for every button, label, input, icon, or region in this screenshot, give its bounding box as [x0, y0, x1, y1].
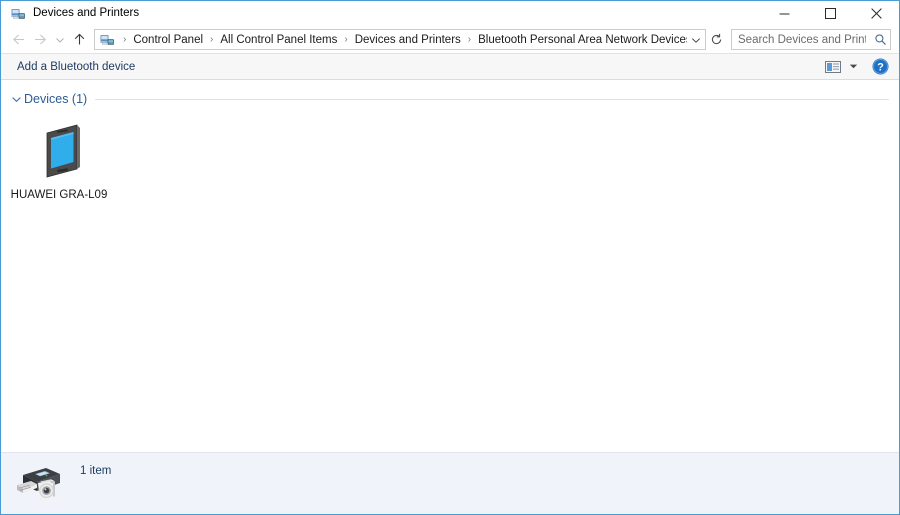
- refresh-button[interactable]: [706, 29, 726, 50]
- back-button[interactable]: [7, 29, 29, 51]
- title-bar-left: Devices and Printers: [1, 6, 139, 22]
- breadcrumb-separator: ›: [344, 33, 348, 45]
- group-divider: [95, 99, 889, 100]
- breadcrumb-item-devices-and-printers[interactable]: Devices and Printers: [353, 34, 463, 46]
- device-item-huawei-gra-l09[interactable]: HUAWEI GRA-L09: [9, 115, 109, 206]
- status-bar: 1 item: [1, 452, 899, 514]
- device-list: HUAWEI GRA-L09: [1, 109, 899, 206]
- address-bar: › Control Panel › All Control Panel Item…: [1, 26, 899, 53]
- smartphone-icon: [27, 119, 91, 183]
- devices-group-title: Devices (1): [24, 92, 88, 106]
- breadcrumb-item-bluetooth-personal-area-network-devices[interactable]: Bluetooth Personal Area Network Devices: [476, 34, 687, 46]
- title-bar: Devices and Printers: [1, 1, 899, 26]
- printer-camera-icon: [15, 463, 63, 505]
- breadcrumb-item-control-panel[interactable]: Control Panel: [131, 34, 205, 46]
- search-input[interactable]: [732, 33, 870, 46]
- help-icon[interactable]: ?: [867, 56, 893, 78]
- status-item-count: 1 item: [80, 465, 112, 477]
- breadcrumb: › Control Panel › All Control Panel Item…: [118, 34, 687, 46]
- window-title: Devices and Printers: [33, 6, 140, 19]
- chevron-down-icon[interactable]: [687, 35, 705, 45]
- devices-and-printers-window: Devices and Printers › Control Panel › A…: [0, 0, 900, 515]
- maximize-button[interactable]: [807, 1, 853, 26]
- device-label: HUAWEI GRA-L09: [10, 189, 108, 201]
- window-controls: [761, 1, 899, 26]
- breadcrumb-separator: ›: [123, 33, 127, 45]
- change-view-icon[interactable]: [822, 56, 844, 78]
- minimize-button[interactable]: [761, 1, 807, 26]
- svg-text:?: ?: [877, 61, 884, 73]
- devices-and-printers-icon: [10, 6, 26, 22]
- devices-group-header[interactable]: Devices (1): [1, 80, 899, 109]
- breadcrumb-item-all-control-panel-items[interactable]: All Control Panel Items: [218, 34, 339, 46]
- content-area[interactable]: Devices (1) HUAWEI GRA-L09: [1, 80, 899, 452]
- breadcrumb-separator: ›: [210, 33, 214, 45]
- breadcrumb-separator: ›: [467, 33, 472, 45]
- search-box[interactable]: [731, 29, 891, 50]
- devices-and-printers-icon: [99, 32, 115, 48]
- forward-button[interactable]: [29, 29, 51, 51]
- command-bar-right: ?: [822, 56, 893, 78]
- chevron-down-icon[interactable]: [846, 56, 861, 78]
- breadcrumb-bar[interactable]: › Control Panel › All Control Panel Item…: [94, 29, 706, 50]
- close-button[interactable]: [853, 1, 899, 26]
- up-button[interactable]: [68, 29, 90, 51]
- recent-locations-button[interactable]: [51, 29, 68, 51]
- chevron-down-icon[interactable]: [9, 94, 23, 105]
- command-bar: Add a Bluetooth device ?: [1, 53, 899, 80]
- add-a-bluetooth-device-button[interactable]: Add a Bluetooth device: [13, 58, 139, 76]
- search-icon[interactable]: [870, 33, 890, 46]
